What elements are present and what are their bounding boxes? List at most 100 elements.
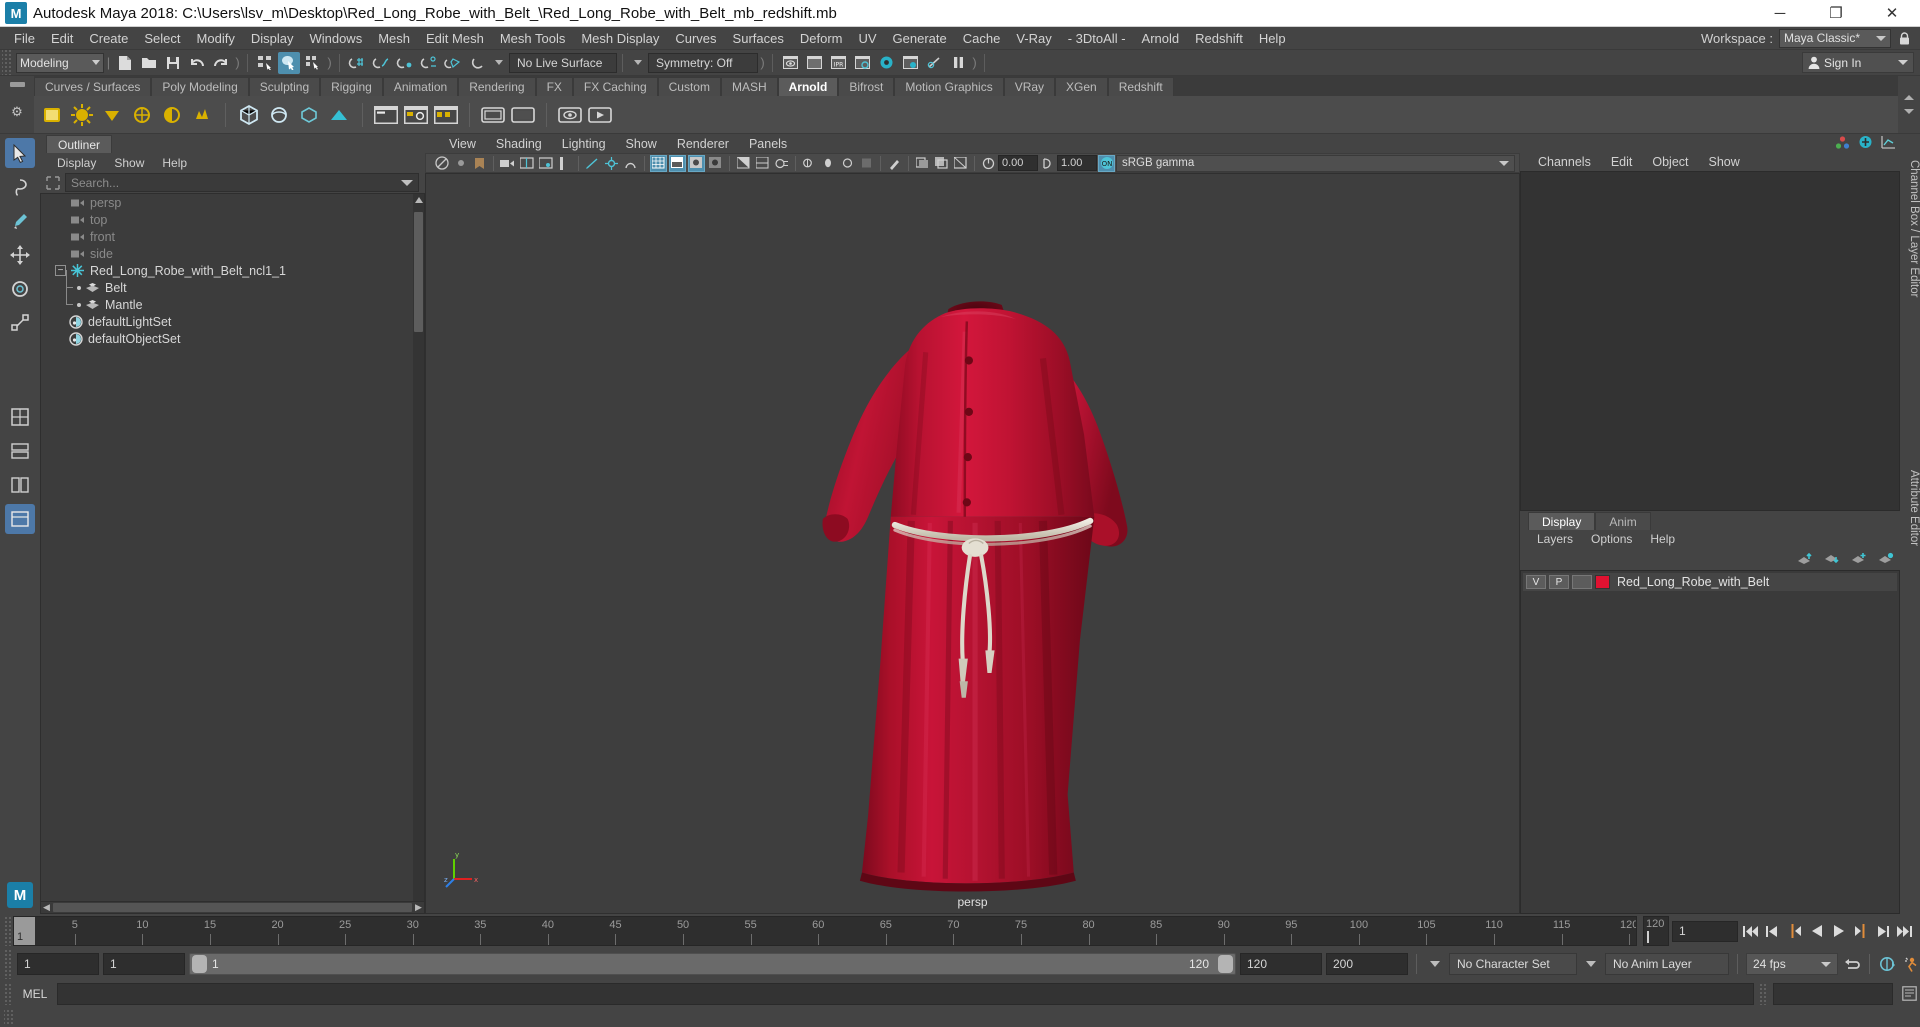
rotate-tool[interactable] <box>5 274 35 304</box>
viewport-menu-lighting[interactable]: Lighting <box>552 136 616 152</box>
outliner-menu-display[interactable]: Display <box>48 155 105 171</box>
viewport-3d-canvas[interactable]: y x z persp <box>425 173 1520 914</box>
viewport-menu-panels[interactable]: Panels <box>739 136 797 152</box>
transparency-icon[interactable] <box>839 155 856 172</box>
command-language-label[interactable]: MEL <box>18 987 52 1001</box>
layout-single-icon[interactable] <box>5 402 35 432</box>
menu-uv[interactable]: UV <box>850 28 884 49</box>
animation-start-field[interactable]: 1 <box>17 953 99 975</box>
shelf-tab-menu-icon[interactable] <box>9 82 25 87</box>
save-scene-icon[interactable] <box>162 52 184 74</box>
snap-grid-icon[interactable] <box>346 52 368 74</box>
menu-windows[interactable]: Windows <box>301 28 370 49</box>
menu-surfaces[interactable]: Surfaces <box>725 28 792 49</box>
menu-select[interactable]: Select <box>136 28 188 49</box>
select-hierarchy-icon[interactable] <box>254 52 276 74</box>
arnold-light-portal-icon[interactable] <box>188 101 216 129</box>
exposure-picker-icon[interactable] <box>886 155 903 172</box>
move-layer-up-icon[interactable] <box>1796 552 1813 567</box>
gamma-field[interactable]: 1.00 <box>1057 155 1097 171</box>
menu-set-select[interactable]: Modeling <box>16 52 104 73</box>
menu-arnold[interactable]: Arnold <box>1134 28 1188 49</box>
shelf-tab-animation[interactable]: Animation <box>382 77 459 96</box>
scroll-up-icon[interactable] <box>415 197 423 203</box>
chevron-down-icon[interactable] <box>495 60 503 65</box>
outliner-item-defaultobjectset[interactable]: defaultObjectSet <box>41 330 424 347</box>
arnold-photometric-light-icon[interactable] <box>128 101 156 129</box>
color-space-select[interactable]: sRGB gamma <box>1116 154 1515 172</box>
snap-curve-icon[interactable] <box>370 52 392 74</box>
shaded-display-icon[interactable] <box>669 154 686 172</box>
shelf-tab-rigging[interactable]: Rigging <box>320 77 383 96</box>
select-component-icon[interactable] <box>302 52 324 74</box>
render-current-frame-icon[interactable] <box>803 52 825 74</box>
shelf-options-gear-icon[interactable]: ⚙ <box>11 104 23 120</box>
layer-visibility-toggle[interactable]: V <box>1526 575 1546 589</box>
menu-create[interactable]: Create <box>81 28 136 49</box>
layer-playback-toggle[interactable]: P <box>1549 575 1569 589</box>
chevron-down-icon[interactable] <box>634 60 642 65</box>
workspace-select[interactable]: Maya Classic* <box>1779 28 1891 48</box>
character-set-dropdown-icon[interactable] <box>1430 961 1440 967</box>
modeling-toolkit-icon[interactable] <box>1858 135 1873 152</box>
paint-select-tool[interactable] <box>5 206 35 236</box>
grid-toggle-icon[interactable] <box>537 155 554 172</box>
live-surface-field[interactable]: No Live Surface <box>509 52 617 73</box>
sign-in-button[interactable]: Sign In <box>1802 52 1914 73</box>
depth-of-field-icon[interactable] <box>820 155 837 172</box>
arnold-area-light-icon[interactable] <box>38 101 66 129</box>
move-layer-down-icon[interactable] <box>1823 552 1840 567</box>
gamma-reset-icon[interactable] <box>1039 155 1056 172</box>
menu-generate[interactable]: Generate <box>885 28 955 49</box>
shelf-tab-sculpting[interactable]: Sculpting <box>248 77 321 96</box>
layer-menu-help[interactable]: Help <box>1641 531 1684 547</box>
render-view-icon[interactable] <box>779 52 801 74</box>
viewport-menu-show[interactable]: Show <box>616 136 667 152</box>
next-key-button[interactable] <box>1851 921 1870 942</box>
hypershade-icon[interactable] <box>875 52 897 74</box>
outliner-item-side[interactable]: side <box>41 245 424 262</box>
menu-curves[interactable]: Curves <box>667 28 724 49</box>
shadows-icon[interactable] <box>735 155 752 172</box>
outliner-item-nucleus-group[interactable]: − Red_Long_Robe_with_Belt_ncl1_1 <box>41 262 424 279</box>
snap-projected-icon[interactable] <box>418 52 440 74</box>
step-forward-button[interactable] <box>1873 921 1892 942</box>
search-icon[interactable] <box>44 174 61 191</box>
bookmark-icon[interactable] <box>471 155 488 172</box>
camera-attributes-icon[interactable] <box>452 155 469 172</box>
menu-mesh-tools[interactable]: Mesh Tools <box>492 28 574 49</box>
arnold-open-render-view-icon[interactable] <box>556 101 584 129</box>
command-input[interactable] <box>57 982 1754 1005</box>
outliner-vertical-scrollbar[interactable] <box>413 194 424 901</box>
chevron-down-icon[interactable] <box>401 179 413 186</box>
animation-end-field[interactable]: 200 <box>1326 953 1408 975</box>
render-sequence-icon[interactable] <box>899 52 921 74</box>
shelf-tab-mash[interactable]: MASH <box>720 77 778 96</box>
film-gate-icon[interactable] <box>556 155 573 172</box>
snap-view-plane-icon[interactable] <box>442 52 464 74</box>
channelbox-menu-edit[interactable]: Edit <box>1601 154 1643 170</box>
textured-display-icon[interactable] <box>688 154 705 172</box>
auto-keyframe-toggle-icon[interactable] <box>1878 954 1897 975</box>
shelf-scroll-down-icon[interactable] <box>1904 109 1914 114</box>
channelbox-menu-object[interactable]: Object <box>1642 154 1698 170</box>
layer-tab-anim[interactable]: Anim <box>1595 512 1651 530</box>
layer-color-swatch[interactable] <box>1595 575 1610 589</box>
outliner-menu-help[interactable]: Help <box>153 155 196 171</box>
toggle-ipr-icon[interactable] <box>923 52 945 74</box>
viewport-menu-view[interactable]: View <box>439 136 486 152</box>
menu-modify[interactable]: Modify <box>189 28 243 49</box>
outliner-tree[interactable]: persp top front side − Red_Long_Robe_wit… <box>40 193 425 902</box>
outliner-tab[interactable]: Outliner <box>46 135 113 153</box>
scroll-right-icon[interactable]: ▶ <box>413 902 424 913</box>
time-slider-grip[interactable] <box>4 916 13 946</box>
xray-icon[interactable] <box>622 155 639 172</box>
create-layer-from-selected-icon[interactable] <box>1877 552 1894 567</box>
close-button[interactable]: ✕ <box>1864 0 1920 26</box>
channelbox-menu-channels[interactable]: Channels <box>1528 154 1601 170</box>
outliner-item-persp[interactable]: persp <box>41 194 424 211</box>
range-slider-right-handle[interactable] <box>1218 955 1233 973</box>
viewport-menu-shading[interactable]: Shading <box>486 136 552 152</box>
arnold-open-tx-manager-icon[interactable] <box>509 101 537 129</box>
menu-edit[interactable]: Edit <box>43 28 81 49</box>
